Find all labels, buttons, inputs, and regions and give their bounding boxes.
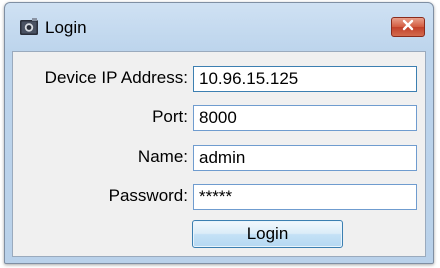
password-label: Password:: [108, 186, 188, 205]
camera-icon: [19, 17, 39, 37]
ip-address-input[interactable]: [193, 66, 417, 92]
port-input[interactable]: [193, 105, 417, 131]
name-label: Name:: [137, 147, 188, 166]
login-dialog: Login Device IP Address: Port: Name: Pas…: [4, 2, 434, 264]
title-bar[interactable]: Login: [5, 3, 433, 51]
ip-address-label: Device IP Address:: [44, 68, 188, 87]
login-button[interactable]: Login: [192, 220, 343, 248]
close-button[interactable]: [391, 17, 425, 37]
port-label: Port:: [152, 107, 188, 126]
form-panel: Device IP Address: Port: Name: Password:…: [12, 51, 426, 257]
password-input[interactable]: [193, 184, 417, 210]
dialog-title: Login: [45, 18, 87, 37]
close-icon: [401, 18, 415, 36]
name-input[interactable]: [193, 145, 417, 171]
